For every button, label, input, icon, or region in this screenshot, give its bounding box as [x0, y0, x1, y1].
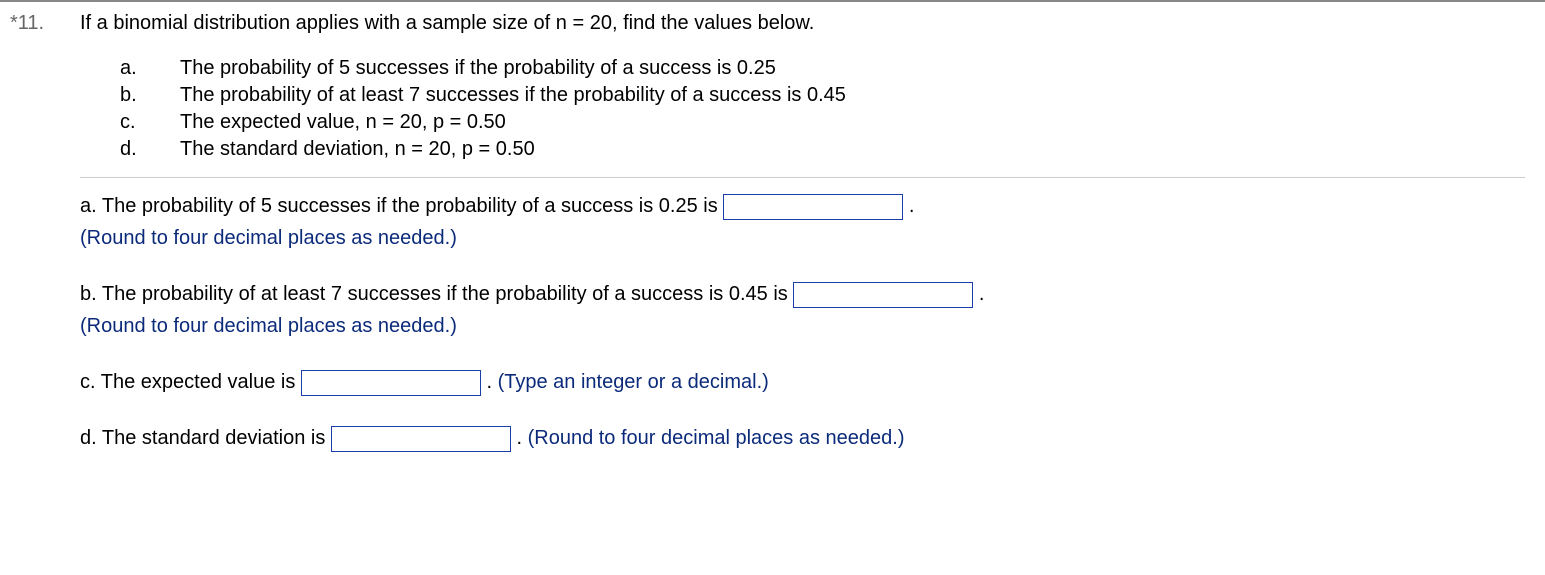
divider: [80, 177, 1525, 178]
list-item: d. The standard deviation, n = 20, p = 0…: [120, 136, 846, 163]
subpart-text: The probability of 5 successes if the pr…: [180, 55, 846, 82]
answer-punct: .: [486, 371, 497, 393]
subpart-label: c.: [120, 109, 180, 136]
subpart-text: The expected value, n = 20, p = 0.50: [180, 109, 846, 136]
answer-block-a: a. The probability of 5 successes if the…: [80, 190, 1525, 254]
question-number: *11.: [10, 12, 80, 35]
subpart-text: The standard deviation, n = 20, p = 0.50: [180, 136, 846, 163]
question-number-text: 11.: [18, 12, 44, 34]
subpart-list: a. The probability of 5 successes if the…: [120, 55, 846, 163]
question-page: *11. If a binomial distribution applies …: [0, 0, 1545, 498]
answer-hint: (Type an integer or a decimal.): [498, 371, 769, 393]
answer-punct: .: [909, 195, 915, 217]
question-row: *11. If a binomial distribution applies …: [0, 12, 1545, 478]
subpart-label: b.: [120, 82, 180, 109]
answer-input-d[interactable]: [331, 426, 511, 452]
answer-block-c: c. The expected value is . (Type an inte…: [80, 366, 1525, 398]
answer-input-b[interactable]: [793, 282, 973, 308]
unanswered-star-icon: *: [10, 12, 18, 34]
list-item: c. The expected value, n = 20, p = 0.50: [120, 109, 846, 136]
subpart-text: The probability of at least 7 successes …: [180, 82, 846, 109]
list-item: a. The probability of 5 successes if the…: [120, 55, 846, 82]
question-stem: If a binomial distribution applies with …: [80, 12, 1525, 35]
answer-hint: (Round to four decimal places as needed.…: [80, 310, 1525, 342]
question-body: If a binomial distribution applies with …: [80, 12, 1545, 478]
subpart-label: a.: [120, 55, 180, 82]
answer-punct: .: [516, 427, 527, 449]
answer-hint: (Round to four decimal places as needed.…: [528, 427, 905, 449]
answer-prompt: d. The standard deviation is: [80, 427, 331, 449]
answer-punct: .: [979, 283, 985, 305]
answer-input-c[interactable]: [301, 370, 481, 396]
answer-prompt: b. The probability of at least 7 success…: [80, 283, 793, 305]
answer-hint: (Round to four decimal places as needed.…: [80, 222, 1525, 254]
answer-input-a[interactable]: [723, 194, 903, 220]
answer-block-d: d. The standard deviation is . (Round to…: [80, 422, 1525, 454]
list-item: b. The probability of at least 7 success…: [120, 82, 846, 109]
answer-prompt: c. The expected value is: [80, 371, 301, 393]
answer-block-b: b. The probability of at least 7 success…: [80, 278, 1525, 342]
subpart-label: d.: [120, 136, 180, 163]
answer-prompt: a. The probability of 5 successes if the…: [80, 195, 723, 217]
